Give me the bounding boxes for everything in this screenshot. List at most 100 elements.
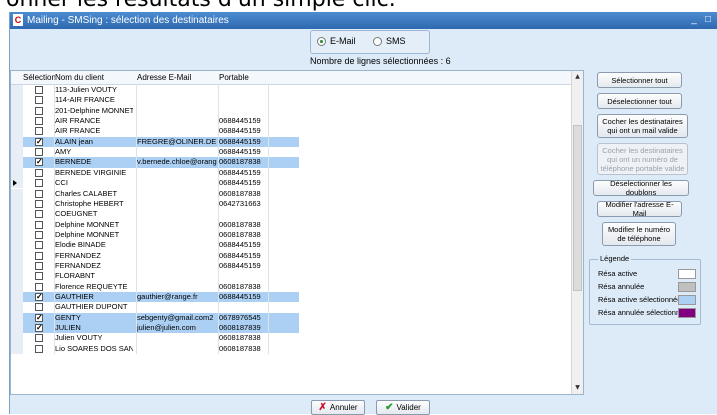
row-name: Christophe HEBERT — [55, 198, 124, 208]
cancel-button[interactable]: ✗ Annuler — [311, 400, 365, 415]
row-checkbox[interactable] — [35, 210, 43, 219]
row-checkbox[interactable] — [35, 272, 43, 281]
row-checkbox[interactable] — [35, 334, 43, 343]
scroll-up-icon[interactable]: ▲ — [573, 72, 582, 81]
row-checkbox[interactable] — [35, 199, 43, 208]
row-indicator[interactable] — [11, 333, 23, 344]
row-checkbox[interactable]: ✓ — [35, 137, 43, 146]
row-checkbox[interactable]: ✓ — [35, 293, 43, 301]
row-name: 113-Julien VOUTY — [55, 85, 117, 94]
row-indicator[interactable] — [11, 95, 23, 106]
row-indicator[interactable] — [11, 219, 23, 230]
check-valid-email-button[interactable]: Cocher les destinataires qui ont un mail… — [597, 114, 688, 138]
row-indicator[interactable] — [11, 302, 23, 313]
deselect-all-button[interactable]: Déselectionner tout — [597, 93, 682, 109]
row-indicator[interactable] — [11, 292, 23, 303]
row-checkbox[interactable]: ✓ — [35, 324, 43, 333]
radio-email[interactable]: E-Mail — [317, 36, 356, 47]
row-checkbox[interactable] — [35, 251, 43, 260]
row-indicator[interactable] — [11, 167, 23, 179]
row-indicator[interactable] — [11, 147, 23, 158]
legend-item-cancelled-selected: Résa annulée sélectionnée — [598, 307, 698, 319]
row-indicator[interactable] — [11, 250, 23, 261]
mailing-window: C Mailing - SMSing : sélection des desti… — [9, 12, 717, 415]
minimize-button[interactable]: _ — [688, 14, 700, 26]
row-checkbox[interactable] — [35, 282, 43, 291]
radio-sms[interactable]: SMS — [373, 36, 406, 47]
legend-item-active-selected: Résa active sélectionnée — [598, 294, 698, 306]
row-name: Delphine MONNET — [55, 219, 120, 229]
row-indicator[interactable] — [11, 240, 23, 251]
column-header-name[interactable]: Nom du client — [55, 71, 104, 85]
recipients-table[interactable]: Sélection Nom du client Adresse E-Mail P… — [10, 70, 584, 395]
row-indicator[interactable] — [11, 116, 23, 127]
row-indicator[interactable] — [11, 198, 23, 210]
row-name: AIR FRANCE — [55, 116, 101, 126]
row-checkbox[interactable]: ✓ — [35, 158, 43, 167]
deselect-duplicates-button[interactable]: Déselectionner les doublons — [593, 179, 689, 197]
row-checkbox[interactable] — [35, 148, 43, 157]
select-all-button[interactable]: Sélectionner tout — [597, 72, 682, 88]
scroll-down-icon[interactable]: ▼ — [573, 383, 582, 392]
column-header-selection[interactable]: Sélection — [23, 71, 56, 85]
row-name: CCI — [55, 178, 68, 188]
legend-label: Résa active — [598, 269, 638, 278]
legend-box: Légende Résa active Résa annulée Résa ac… — [589, 254, 701, 325]
column-divider — [218, 84, 219, 354]
row-name: FLORABNT — [55, 271, 96, 281]
row-checkbox[interactable] — [35, 179, 43, 188]
row-checkbox[interactable] — [35, 220, 43, 229]
row-indicator[interactable] — [11, 188, 23, 199]
row-phone: 0608187838 — [219, 188, 261, 198]
column-header-email[interactable]: Adresse E-Mail — [137, 71, 192, 85]
row-checkbox[interactable] — [35, 261, 43, 270]
row-checkbox[interactable] — [35, 96, 43, 105]
column-header-phone[interactable]: Portable — [219, 71, 249, 85]
row-checkbox[interactable] — [35, 168, 43, 177]
row-indicator[interactable] — [11, 343, 23, 355]
maximize-button[interactable]: □ — [702, 14, 714, 26]
row-indicator[interactable] — [11, 209, 23, 220]
row-checkbox[interactable] — [35, 106, 43, 115]
row-checkbox[interactable] — [35, 117, 43, 126]
legend-swatch — [678, 295, 696, 305]
row-checkbox[interactable] — [35, 189, 43, 198]
validate-label: Valider — [396, 403, 421, 412]
row-checkbox[interactable] — [35, 303, 43, 312]
row-indicator[interactable] — [11, 136, 23, 148]
row-checkbox[interactable] — [35, 86, 43, 94]
row-email: FREGRE@OLINER.DE — [137, 136, 217, 146]
row-name: AIR FRANCE — [55, 126, 101, 136]
row-phone: 0608187838 — [219, 343, 261, 353]
edit-email-button[interactable]: Modifier l'adresse E-Mail — [597, 200, 682, 218]
row-checkbox[interactable] — [35, 230, 43, 239]
table-scrollbar[interactable]: ▲ ▼ — [571, 71, 583, 394]
row-indicator[interactable] — [11, 323, 23, 334]
title-bar[interactable]: C Mailing - SMSing : sélection des desti… — [10, 12, 717, 29]
row-indicator[interactable] — [11, 85, 23, 96]
row-phone: 0608187838 — [219, 219, 261, 229]
validate-button[interactable]: ✔ Valider — [376, 400, 430, 415]
row-indicator[interactable] — [11, 312, 23, 324]
row-checkbox[interactable] — [35, 241, 43, 250]
row-indicator[interactable] — [11, 157, 23, 168]
row-indicator[interactable] — [11, 105, 23, 117]
row-indicator[interactable] — [11, 178, 23, 189]
row-phone: 0688445159 — [219, 136, 261, 146]
row-indicator[interactable] — [11, 126, 23, 137]
row-checkbox[interactable] — [35, 344, 43, 353]
row-phone: 0688445159 — [219, 240, 261, 250]
cancel-x-icon: ✗ — [318, 402, 327, 413]
row-name: 114-AIR FRANCE — [55, 95, 115, 105]
row-phone: 0688445159 — [219, 126, 261, 136]
row-checkbox[interactable]: ✓ — [35, 313, 43, 322]
row-checkbox[interactable] — [35, 127, 43, 136]
row-indicator[interactable] — [11, 271, 23, 282]
legend-label: Résa annulée sélectionnée — [598, 308, 689, 317]
edit-phone-button[interactable]: Modifier le numéro de téléphone — [602, 222, 676, 246]
footer-bar: ✗ Annuler ✔ Valider — [10, 396, 717, 415]
row-indicator[interactable] — [11, 229, 23, 241]
scroll-thumb[interactable] — [573, 125, 582, 291]
row-indicator[interactable] — [11, 281, 23, 292]
row-indicator[interactable] — [11, 260, 23, 272]
